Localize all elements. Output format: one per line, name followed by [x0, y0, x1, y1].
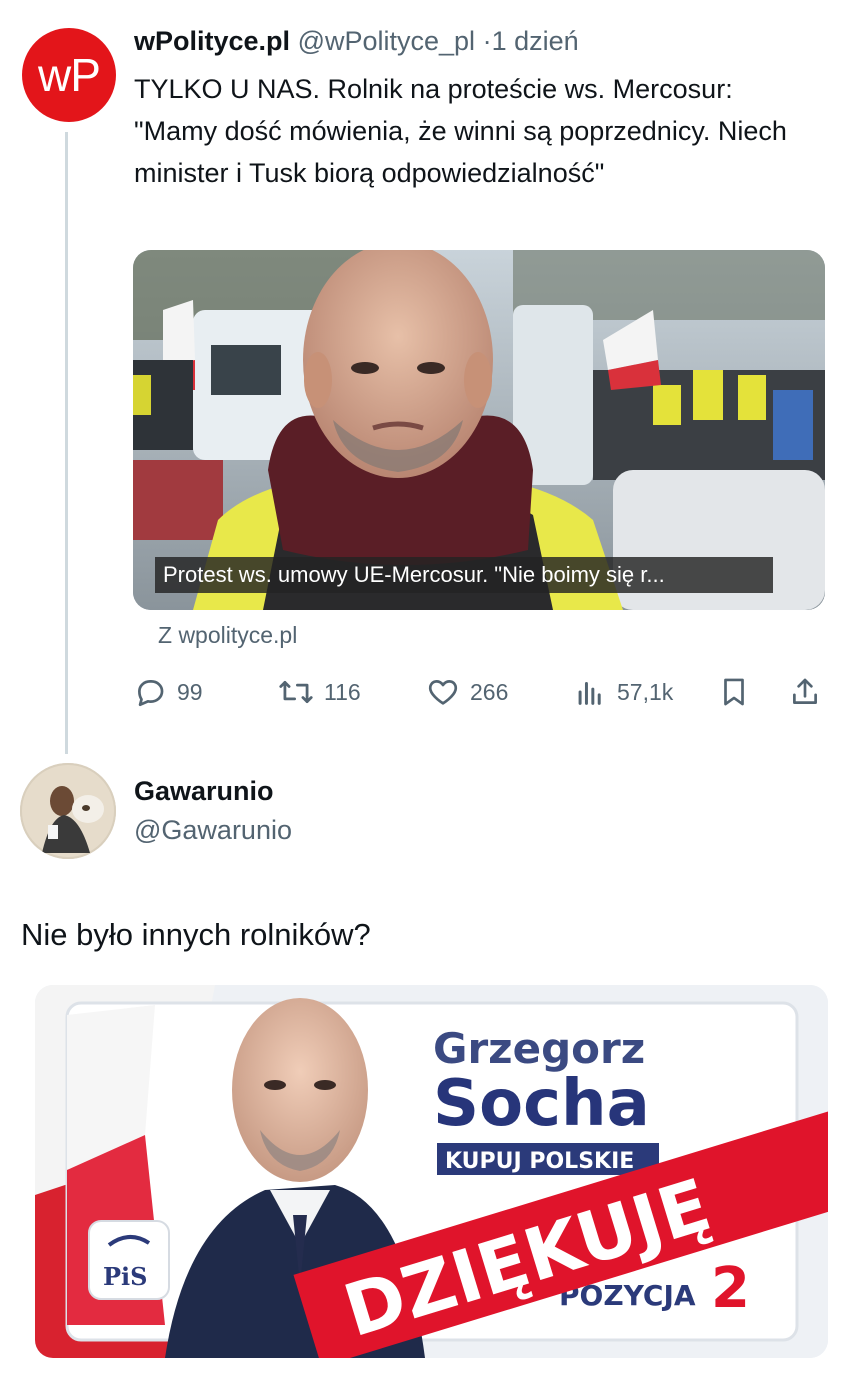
repost-button[interactable]: 116	[278, 672, 361, 712]
reply-icon	[138, 680, 164, 707]
video-thumbnail[interactable]: Protest ws. umowy UE-Mercosur. "Nie boim…	[133, 250, 825, 610]
header-separator: ·	[482, 26, 492, 56]
bookmark-button[interactable]	[717, 672, 761, 712]
share-icon	[793, 678, 817, 704]
source-link[interactable]: Z wpolityce.pl	[158, 622, 297, 649]
author-name[interactable]: wPolityce.pl	[134, 26, 290, 56]
avatar-logo-text: wP	[38, 49, 101, 101]
poster-position-number: 2	[711, 1256, 750, 1321]
tweet-time[interactable]: 1 dzień	[492, 26, 579, 56]
campaign-poster-image[interactable]: Grzegorz Socha KUPUJ POLSKIE POZYCJA 2 P…	[35, 985, 828, 1358]
author-handle[interactable]: @wPolityce_pl	[298, 26, 475, 56]
author-handle[interactable]: @Gawarunio	[134, 815, 292, 846]
video-caption-text: Protest ws. umowy UE-Mercosur. "Nie boim…	[163, 562, 665, 587]
avatar-image	[20, 763, 116, 859]
bookmark-icon	[724, 678, 744, 706]
thread-connector-line	[65, 132, 68, 754]
views-icon	[578, 682, 601, 705]
video-frame-image	[133, 250, 825, 610]
like-button[interactable]: 266	[426, 672, 508, 712]
wpolityce-avatar[interactable]: wP	[22, 28, 116, 122]
tweet-text: Nie było innych rolników?	[21, 917, 371, 952]
poster-party-logo: PiS	[103, 1262, 148, 1291]
poster-graphic: Grzegorz Socha KUPUJ POLSKIE POZYCJA 2 P…	[35, 985, 828, 1358]
tweet-header: wPolityce.pl @wPolityce_pl ·1 dzień	[134, 26, 579, 57]
poster-slogan: KUPUJ POLSKIE	[445, 1149, 634, 1174]
repost-count: 116	[324, 678, 361, 705]
like-count: 266	[470, 678, 509, 705]
repost-icon	[279, 680, 313, 704]
views-count: 57,1k	[617, 678, 674, 705]
reply-count: 99	[177, 678, 203, 705]
tweet-text: TYLKO U NAS. Rolnik na proteście ws. Mer…	[134, 74, 787, 188]
views-button[interactable]: 57,1k	[573, 672, 673, 712]
gawarunio-avatar[interactable]	[20, 763, 116, 859]
poster-first-name: Grzegorz	[433, 1024, 645, 1073]
share-button[interactable]	[788, 672, 832, 712]
tweet-actions-bar: 99 116 266 57,1k	[133, 672, 825, 712]
like-icon	[428, 680, 458, 705]
poster-last-name: Socha	[433, 1067, 650, 1141]
video-caption: Protest ws. umowy UE-Mercosur. "Nie boim…	[155, 557, 773, 593]
reply-button[interactable]: 99	[133, 672, 203, 712]
author-name[interactable]: Gawarunio	[134, 776, 274, 807]
